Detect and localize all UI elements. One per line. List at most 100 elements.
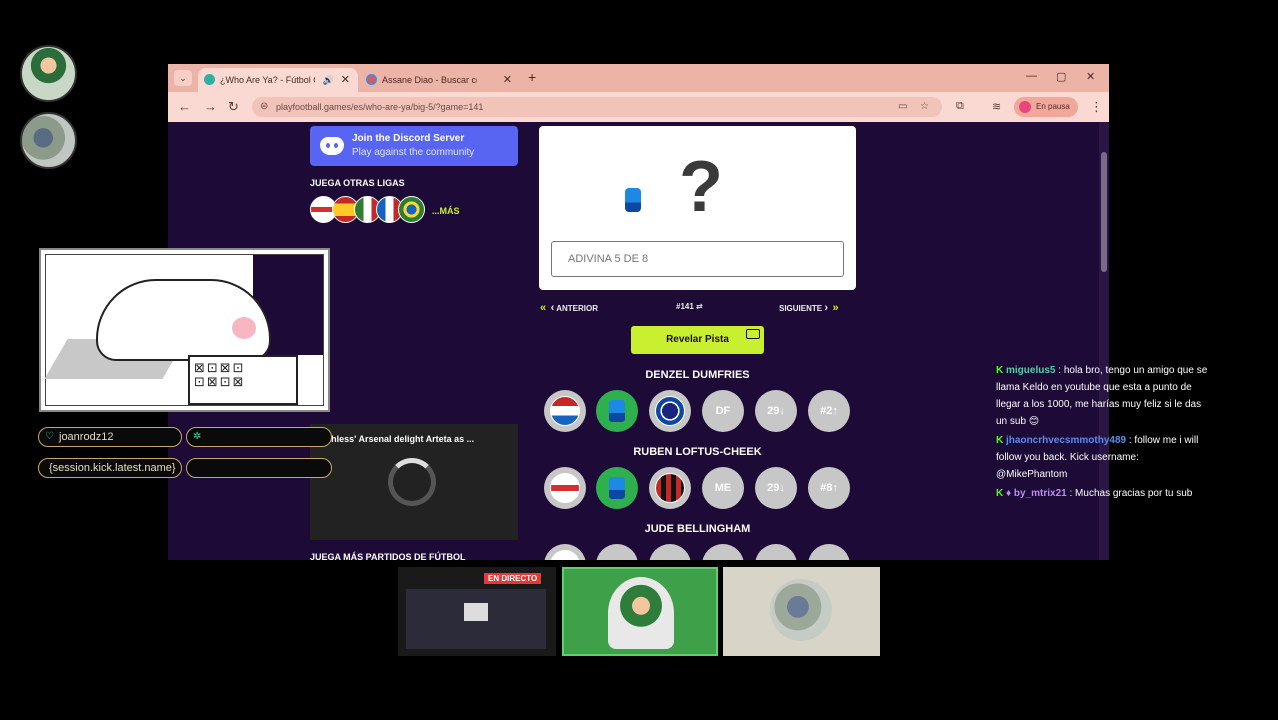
prev-button[interactable]: « ‹ ANTERIOR	[540, 302, 598, 314]
profile-avatar-icon	[1019, 101, 1031, 113]
bookmark-star-icon[interactable]: ☆	[920, 97, 929, 117]
close-window-icon[interactable]: ✕	[1086, 70, 1095, 83]
club-cell	[649, 467, 691, 509]
tab-search-icon[interactable]: ⌄	[174, 70, 192, 86]
url-text: playfootball.games/es/who-are-ya/big-5/?…	[276, 102, 484, 112]
hint-ticket-icon	[746, 329, 760, 339]
position-cell: ME	[702, 467, 744, 509]
nationality-cell	[544, 544, 586, 560]
tab-title: Assane Diao - Buscar con Goo	[382, 75, 477, 85]
shuffle-icon[interactable]: ⇄	[696, 302, 703, 311]
age-cell: 29↓	[755, 390, 797, 432]
age-cell	[755, 544, 797, 560]
maximize-icon[interactable]: ▢	[1056, 70, 1066, 83]
reload-icon[interactable]: ↻	[228, 99, 239, 115]
media-controls-icon[interactable]: ≋	[992, 100, 1001, 113]
discord-icon	[320, 137, 344, 155]
league-cell	[596, 544, 638, 560]
url-field[interactable]: ⊜ playfootball.games/es/who-are-ya/big-5…	[252, 97, 942, 117]
league-cell	[596, 467, 638, 509]
nationality-cell	[544, 467, 586, 509]
guess-input[interactable]	[551, 241, 844, 277]
league-cell	[596, 390, 638, 432]
screen-preview	[406, 589, 546, 649]
live-badge: EN DIRECTO	[484, 573, 542, 584]
serie-a-icon	[609, 400, 625, 422]
photo-image	[770, 579, 832, 641]
scrollbar-thumb[interactable]	[1101, 152, 1107, 272]
stream-thumbnail-avatar[interactable]	[562, 567, 718, 656]
discord-banner[interactable]: Join the Discord Server Play against the…	[310, 126, 518, 166]
prev-label: ANTERIOR	[556, 304, 598, 313]
tab-title: ¿Who Are Ya? - Fútbol Gue	[220, 75, 315, 85]
video-title: 'Ruthless' Arsenal delight Arteta as ...	[314, 434, 475, 444]
shirt-cell: #2↑	[808, 390, 850, 432]
overlay-frame: ⊠⊡⊠⊡ ⊡⊠⊡⊠	[44, 254, 324, 406]
follower-pill: ♡ joanrodz12	[38, 427, 182, 447]
profile-button[interactable]: En pausa	[1014, 97, 1078, 117]
discord-title: Join the Discord Server	[352, 133, 465, 144]
last-chevron-icon[interactable]: »	[832, 302, 838, 314]
reveal-hint-button[interactable]: Revelar Pista	[631, 326, 764, 354]
club-cell	[649, 544, 691, 560]
loading-spinner-icon	[388, 458, 436, 506]
shirt-cell: #8↑	[808, 467, 850, 509]
session-pill: {session.kick.latest.name}	[38, 458, 182, 478]
menu-kebab-icon[interactable]: ⋮	[1090, 99, 1103, 115]
cast-icon[interactable]: ▭	[898, 97, 907, 117]
tab-google-search[interactable]: Assane Diao - Buscar con Goo ✕	[360, 68, 520, 92]
chat-message: K jhaoncrhvecsmmothy489 : follow me i wi…	[996, 432, 1210, 483]
next-button[interactable]: SIGUIENTE › »	[779, 302, 839, 314]
england-flag-icon	[550, 550, 580, 560]
star-icon: ✲	[193, 431, 202, 442]
session-name: {session.kick.latest.name}	[49, 462, 176, 474]
next-label: SIGUIENTE	[779, 304, 823, 313]
kick-icon: K	[996, 488, 1004, 499]
badge-icon: ♦	[1006, 488, 1012, 499]
reveal-hint-label: Revelar Pista	[666, 334, 729, 345]
chat-username: by_mtrix21	[1013, 488, 1067, 499]
back-icon[interactable]: ←	[178, 99, 191, 114]
close-tab-icon[interactable]: ✕	[341, 68, 350, 92]
guess-player-name: RUBEN LOFTUS-CHEEK	[633, 446, 762, 458]
brazil-flag-icon[interactable]	[398, 196, 425, 223]
stream-thumbnail-photo[interactable]	[723, 567, 880, 656]
kick-chat: K miguelus5 : hola bro, tengo un amigo q…	[996, 362, 1210, 504]
guess-player-name: DENZEL DUMFRIES	[645, 369, 750, 381]
inter-crest-icon	[655, 396, 685, 426]
profile-status: En pausa	[1036, 102, 1070, 111]
sub-pill: ✲	[186, 427, 332, 447]
site-info-icon[interactable]: ⊜	[260, 97, 268, 117]
guess-player-name: JUDE BELLINGHAM	[644, 523, 751, 535]
stream-thumbnail-live[interactable]: EN DIRECTO	[398, 567, 556, 656]
leagues-heading: JUEGA OTRAS LIGAS	[310, 178, 405, 188]
tab-who-are-ya[interactable]: ¿Who Are Ya? - Fútbol Gue 🔊 ✕	[198, 68, 358, 92]
first-chevron-icon[interactable]: «	[540, 302, 546, 314]
new-tab-icon[interactable]: +	[528, 69, 536, 85]
minimize-icon[interactable]: —	[1026, 70, 1037, 82]
heart-icon: ♡	[45, 431, 54, 442]
video-player[interactable]: 'Ruthless' Arsenal delight Arteta as ...	[310, 424, 518, 540]
position-cell	[702, 544, 744, 560]
speaker-icon[interactable]: 🔊	[323, 68, 334, 92]
chat-message: K miguelus5 : hola bro, tengo un amigo q…	[996, 362, 1210, 430]
age-cell: 29↓	[755, 467, 797, 509]
chat-message: K ♦ by_mtrix21 : Muchas gracias por tu s…	[996, 485, 1210, 502]
character-image	[608, 577, 674, 649]
england-flag-icon	[550, 473, 580, 503]
extensions-icon[interactable]: ⧉	[956, 100, 964, 113]
game-number: #141 ⇄	[676, 302, 703, 311]
nationality-cell	[544, 390, 586, 432]
next-chevron-icon: ›	[824, 302, 829, 314]
netherlands-flag-icon	[550, 396, 580, 426]
session-pill-2	[186, 458, 332, 478]
serie-a-icon	[609, 477, 625, 499]
tab-strip: ⌄ ¿Who Are Ya? - Fútbol Gue 🔊 ✕ Assane D…	[168, 64, 1109, 92]
close-tab-icon[interactable]: ✕	[503, 68, 512, 92]
kick-icon: K	[996, 365, 1004, 376]
mystery-player-card: ?	[539, 126, 856, 290]
prev-chevron-icon: ‹	[550, 302, 555, 314]
chat-text: : Muchas gracias por tu sub	[1069, 488, 1193, 499]
forward-icon[interactable]: →	[204, 99, 217, 114]
more-leagues-link[interactable]: ...MÁS	[432, 206, 460, 216]
